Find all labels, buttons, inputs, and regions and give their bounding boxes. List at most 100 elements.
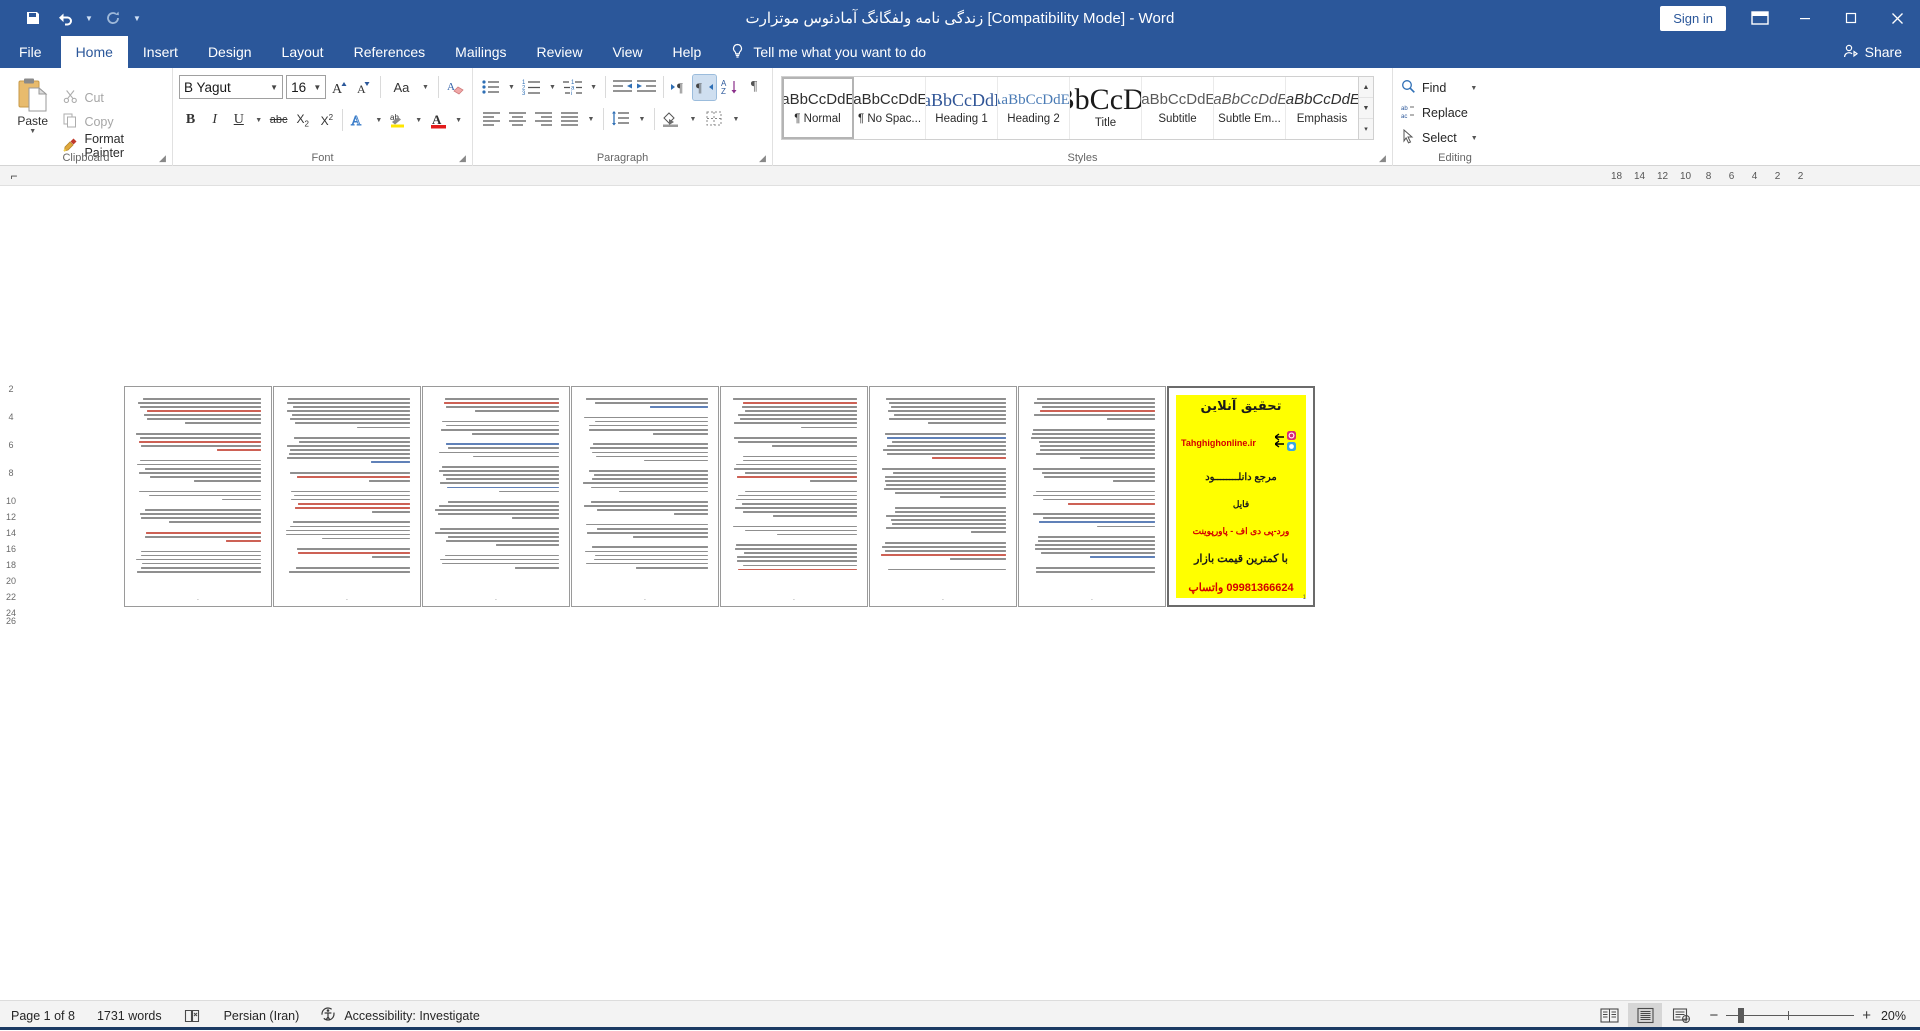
zoom-in-button[interactable]: +: [1862, 1011, 1871, 1021]
borders-icon[interactable]: [702, 107, 727, 132]
find-button[interactable]: Find ▼: [1399, 76, 1511, 100]
clipboard-dialog-launcher-icon[interactable]: ◢: [157, 153, 168, 164]
tab-stop-left-icon[interactable]: ⌐: [3, 167, 25, 185]
font-size-dropdown-icon[interactable]: ▼: [309, 83, 321, 92]
style-emphasis[interactable]: AaBbCcDdEe Emphasis: [1286, 77, 1358, 139]
tab-file[interactable]: File: [0, 36, 61, 68]
ltr-text-direction-icon[interactable]: ¶: [668, 75, 692, 100]
font-name-combo[interactable]: B Yagut ▼: [179, 75, 283, 99]
styles-scroll-up-icon[interactable]: ▲: [1359, 77, 1373, 98]
customize-quick-access-icon[interactable]: ▼: [130, 5, 144, 31]
tell-me-search[interactable]: Tell me what you want to do: [730, 36, 926, 68]
decrease-indent-icon[interactable]: [610, 75, 634, 100]
page-thumbnail[interactable]: .: [273, 386, 421, 607]
align-right-icon[interactable]: [531, 107, 556, 132]
multilevel-list-icon[interactable]: 1ai: [561, 75, 585, 100]
style-subtle-emphasis[interactable]: AaBbCcDdEe Subtle Em...: [1214, 77, 1286, 139]
paragraph-dialog-launcher-icon[interactable]: ◢: [757, 153, 768, 164]
zoom-level-label[interactable]: 20%: [1881, 1009, 1920, 1023]
shrink-font-button[interactable]: A: [353, 75, 374, 100]
justify-icon[interactable]: [557, 107, 582, 132]
page-indicator[interactable]: Page 1 of 8: [0, 1001, 86, 1031]
italic-button[interactable]: I: [203, 108, 226, 133]
sign-in-button[interactable]: Sign in: [1660, 6, 1726, 31]
style-heading-2[interactable]: AaBbCcDdEe Heading 2: [998, 77, 1070, 139]
tab-mailings[interactable]: Mailings: [440, 36, 521, 68]
style-heading-1[interactable]: AaBbCcDdEe Heading 1: [926, 77, 998, 139]
redo-icon[interactable]: [98, 5, 128, 31]
style-subtitle[interactable]: AaBbCcDdEe Subtitle: [1142, 77, 1214, 139]
shading-dropdown-icon[interactable]: ▼: [685, 107, 701, 132]
font-color-button[interactable]: A: [427, 108, 450, 133]
paste-dropdown-icon[interactable]: ▼: [29, 128, 36, 135]
styles-scroll-down-icon[interactable]: ▼: [1359, 98, 1373, 119]
page-thumbnail-ad[interactable]: تحقیق آنلاین Tahghighonline.ir: [1167, 386, 1315, 607]
select-dropdown-icon[interactable]: ▼: [1471, 135, 1478, 142]
highlight-dropdown-icon[interactable]: ▼: [411, 108, 426, 133]
justify-dropdown-icon[interactable]: ▼: [583, 107, 599, 132]
underline-button[interactable]: U: [227, 108, 250, 133]
align-center-icon[interactable]: [505, 107, 530, 132]
underline-dropdown-icon[interactable]: ▼: [251, 108, 266, 133]
font-color-dropdown-icon[interactable]: ▼: [451, 108, 466, 133]
subscript-button[interactable]: X2: [291, 108, 314, 133]
align-left-icon[interactable]: [479, 107, 504, 132]
font-name-dropdown-icon[interactable]: ▼: [266, 83, 278, 92]
undo-icon[interactable]: [50, 5, 80, 31]
proofing-errors-icon[interactable]: [173, 1001, 213, 1031]
tab-insert[interactable]: Insert: [128, 36, 193, 68]
styles-dialog-launcher-icon[interactable]: ◢: [1377, 153, 1388, 164]
cut-button[interactable]: Cut: [59, 88, 166, 109]
page-thumbnail[interactable]: .: [124, 386, 272, 607]
tab-help[interactable]: Help: [658, 36, 717, 68]
page-thumbnail[interactable]: .: [720, 386, 868, 607]
page-thumbnail[interactable]: .: [1018, 386, 1166, 607]
document-canvas[interactable]: 2 4 6 8 10 12 14 16 18 20 22 24 26 . . .…: [0, 186, 1920, 988]
change-case-dropdown-icon[interactable]: ▼: [419, 75, 432, 100]
page-thumbnail[interactable]: .: [571, 386, 719, 607]
tab-design[interactable]: Design: [193, 36, 267, 68]
style-normal[interactable]: AaBbCcDdEe ¶ Normal: [782, 77, 854, 139]
style-title[interactable]: AaBbCcDdEe Title: [1070, 77, 1142, 139]
horizontal-ruler[interactable]: 18 14 12 10 8 6 4 2 2: [1605, 168, 1812, 184]
font-size-combo[interactable]: 16 ▼: [286, 75, 326, 99]
bold-button[interactable]: B: [179, 108, 202, 133]
styles-gallery[interactable]: AaBbCcDdEe ¶ Normal AaBbCcDdEe ¶ No Spac…: [781, 76, 1359, 140]
clear-formatting-button[interactable]: A: [445, 75, 466, 100]
sort-icon[interactable]: AZ: [717, 75, 741, 100]
styles-gallery-scroll[interactable]: ▲ ▼ ▾: [1359, 76, 1374, 140]
borders-dropdown-icon[interactable]: ▼: [728, 107, 744, 132]
strikethrough-button[interactable]: abc: [267, 108, 290, 133]
word-count[interactable]: 1731 words: [86, 1001, 173, 1031]
language-indicator[interactable]: Persian (Iran): [213, 1001, 311, 1031]
font-dialog-launcher-icon[interactable]: ◢: [457, 153, 468, 164]
tab-view[interactable]: View: [597, 36, 657, 68]
text-highlight-button[interactable]: ab: [387, 108, 410, 133]
numbering-dropdown-icon[interactable]: ▼: [545, 75, 560, 100]
read-mode-view-button[interactable]: [1592, 1003, 1626, 1029]
line-spacing-icon[interactable]: [608, 107, 633, 132]
find-dropdown-icon[interactable]: ▼: [1470, 85, 1477, 92]
undo-dropdown-icon[interactable]: ▼: [82, 5, 96, 31]
select-button[interactable]: Select ▼: [1399, 126, 1511, 150]
tab-references[interactable]: References: [339, 36, 441, 68]
style-no-spacing[interactable]: AaBbCcDdEe ¶ No Spac...: [854, 77, 926, 139]
accessibility-indicator[interactable]: Accessibility: Investigate: [310, 1001, 490, 1031]
tab-review[interactable]: Review: [522, 36, 598, 68]
zoom-slider[interactable]: − +: [1699, 1011, 1881, 1021]
replace-button[interactable]: abac Replace: [1399, 101, 1511, 125]
zoom-thumb[interactable]: [1738, 1008, 1744, 1023]
zoom-track[interactable]: [1726, 1015, 1854, 1016]
page-thumbnails[interactable]: . . . . . . . تحقیق آنلاین Tahghighonlin…: [124, 386, 1315, 607]
bullets-dropdown-icon[interactable]: ▼: [504, 75, 519, 100]
bullets-icon[interactable]: [479, 75, 503, 100]
rtl-text-direction-icon[interactable]: ¶: [693, 75, 717, 100]
copy-button[interactable]: Copy: [59, 112, 166, 133]
multilevel-dropdown-icon[interactable]: ▼: [586, 75, 601, 100]
restore-button[interactable]: [1828, 0, 1874, 36]
web-layout-view-button[interactable]: [1664, 1003, 1698, 1029]
text-effects-button[interactable]: A: [347, 108, 370, 133]
line-spacing-dropdown-icon[interactable]: ▼: [634, 107, 650, 132]
text-effects-dropdown-icon[interactable]: ▼: [371, 108, 386, 133]
share-button[interactable]: Share: [1843, 36, 1920, 68]
